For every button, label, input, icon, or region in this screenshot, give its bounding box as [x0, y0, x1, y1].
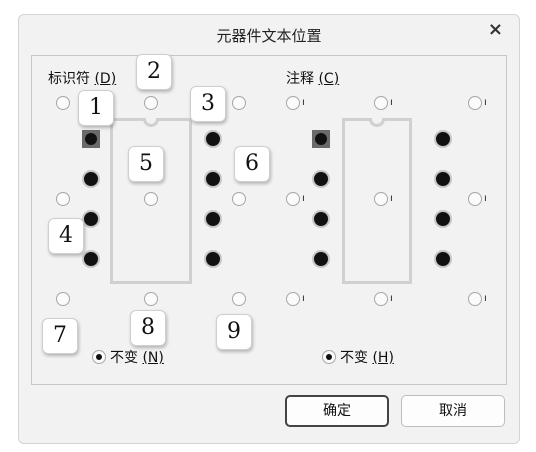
comment-radio-bottom-right[interactable]: [468, 292, 482, 306]
identifier-pin: [84, 252, 98, 266]
comment-radio-top-left[interactable]: [286, 96, 300, 110]
identifier-pin: [84, 172, 98, 186]
comment-label: 注释 (C): [286, 71, 340, 87]
callout-badge-8: 8: [130, 310, 166, 346]
comment-tick-mark: ı: [390, 193, 393, 204]
identifier-pin: [84, 212, 98, 226]
callout-badge-5: 5: [128, 146, 164, 182]
identifier-radio-bottom-right[interactable]: [232, 292, 246, 306]
identifier-pin: [206, 212, 220, 226]
identifier-unchanged-radio[interactable]: [92, 350, 106, 364]
comment-tick-mark: ı: [302, 293, 305, 304]
comment-tick-mark: ı: [484, 193, 487, 204]
dialog-title: 元器件文本位置: [216, 27, 322, 45]
comment-tick-mark: ı: [302, 193, 305, 204]
comment-unchanged-label: 不变 (H): [340, 350, 394, 366]
identifier-unchanged-label: 不变 (N): [110, 350, 164, 366]
identifier-radio-middle-left[interactable]: [56, 192, 70, 206]
identifier-radio-top-left[interactable]: [56, 96, 70, 110]
identifier-pin-1: [82, 130, 100, 148]
comment-tick-mark: ı: [302, 97, 305, 108]
comment-radio-top-right[interactable]: [468, 96, 482, 110]
identifier-pin: [206, 172, 220, 186]
comment-pin: [436, 132, 450, 146]
comment-pin: [314, 252, 328, 266]
comment-pin-1: [312, 130, 330, 148]
identifier-radio-bottom-center[interactable]: [144, 292, 158, 306]
ok-button[interactable]: 确定: [285, 395, 389, 427]
comment-radio-middle-left[interactable]: [286, 192, 300, 206]
comment-radio-middle-right[interactable]: [468, 192, 482, 206]
comment-tick-mark: ı: [390, 293, 393, 304]
text-position-dialog: 元器件文本位置 × 标识符 (D) 不变 (N) 注释 (C) ı ı ı ı …: [18, 14, 520, 444]
identifier-pin: [206, 252, 220, 266]
close-icon[interactable]: ×: [488, 19, 503, 40]
comment-radio-center[interactable]: [374, 192, 388, 206]
identifier-label: 标识符 (D): [48, 71, 117, 87]
callout-badge-3: 3: [190, 86, 226, 122]
comment-radio-bottom-center[interactable]: [374, 292, 388, 306]
identifier-radio-top-center[interactable]: [144, 96, 158, 110]
identifier-pin: [206, 132, 220, 146]
identifier-radio-middle-right[interactable]: [232, 192, 246, 206]
callout-badge-4: 4: [48, 218, 84, 254]
comment-tick-mark: ı: [390, 97, 393, 108]
identifier-radio-bottom-left[interactable]: [56, 292, 70, 306]
callout-badge-1: 1: [78, 90, 114, 126]
comment-unchanged-radio[interactable]: [322, 350, 336, 364]
comment-pin: [314, 212, 328, 226]
callout-badge-9: 9: [216, 314, 252, 350]
identifier-radio-center[interactable]: [144, 192, 158, 206]
comment-tick-mark: ı: [484, 293, 487, 304]
comment-pin: [436, 212, 450, 226]
comment-pin: [314, 172, 328, 186]
comment-pin: [436, 252, 450, 266]
cancel-button[interactable]: 取消: [401, 395, 505, 427]
comment-radio-top-center[interactable]: [374, 96, 388, 110]
callout-badge-7: 7: [42, 318, 78, 354]
comment-pin: [436, 172, 450, 186]
callout-badge-6: 6: [234, 146, 270, 182]
comment-radio-bottom-left[interactable]: [286, 292, 300, 306]
callout-badge-2: 2: [136, 54, 172, 90]
comment-tick-mark: ı: [484, 97, 487, 108]
identifier-radio-top-right[interactable]: [232, 96, 246, 110]
